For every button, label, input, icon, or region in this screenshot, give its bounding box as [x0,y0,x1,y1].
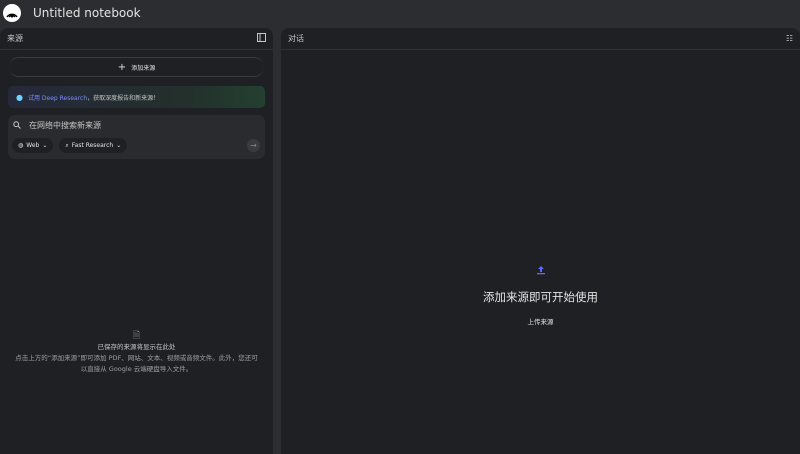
collapse-panel-icon[interactable] [257,33,266,44]
top-bar: Untitled notebook [0,0,800,26]
search-icon [13,120,21,131]
magnifier-icon: ● [16,92,23,102]
chevron-down-icon: ⌄ [42,142,48,149]
chat-panel: 对话 ☷ 添加来源即可开始使用 上传来源 [281,28,800,454]
document-icon: 🗎 [132,331,141,341]
upload-source-button[interactable]: 上传来源 [281,316,800,326]
deep-research-banner: ● 试用 Deep Research，获取深度报告和新来源！ [8,86,265,108]
plus-icon: + [117,61,127,73]
sources-panel: 来源 + 添加来源 ● 试用 Deep Research，获取深度报告和新来源！… [0,28,273,454]
banner-text: ，获取深度报告和新来源！ [87,94,160,102]
globe-icon: ◍ [18,142,24,149]
web-source-dropdown[interactable]: ◍ Web ⌄ [12,138,54,153]
add-source-button[interactable]: + 添加来源 [9,57,264,77]
search-input[interactable]: 在网络中搜索新来源 [29,120,101,131]
sources-empty-state: 🗎 已保存的来源将显示在此处 点击上方的“添加来源”即可添加 PDF、网站、文本… [0,331,273,375]
notebook-title[interactable]: Untitled notebook [33,6,141,20]
web-search-box: 在网络中搜索新来源 ◍ Web ⌄ ⌕ Fast Research ⌄ → [8,115,265,159]
chat-title: 对话 [288,34,304,43]
submit-arrow-button[interactable]: → [247,139,260,152]
web-label: Web [26,142,40,149]
notebooklm-logo-icon[interactable] [3,4,21,22]
empty-line2: 以直接从 Google 云端硬盘导入文件。 [80,365,193,373]
research-mode-dropdown[interactable]: ⌕ Fast Research ⌄ [59,138,128,153]
deep-research-link[interactable]: 试用 Deep Research [28,95,87,102]
empty-line1: 点击上方的“添加来源”即可添加 PDF、网站、文本、视频或音频文件。此外，您还可 [15,354,258,362]
empty-title: 已保存的来源将显示在此处 [97,343,176,351]
research-label: Fast Research [71,142,114,149]
add-source-label: 添加来源 [131,64,156,72]
sources-title: 来源 [7,34,23,43]
upload-icon [281,260,800,279]
chat-empty-title: 添加来源即可开始使用 [483,290,598,304]
sparkle-search-icon: ⌕ [65,141,69,149]
settings-sliders-icon[interactable]: ☷ [786,34,793,43]
chevron-down-icon: ⌄ [116,142,122,149]
